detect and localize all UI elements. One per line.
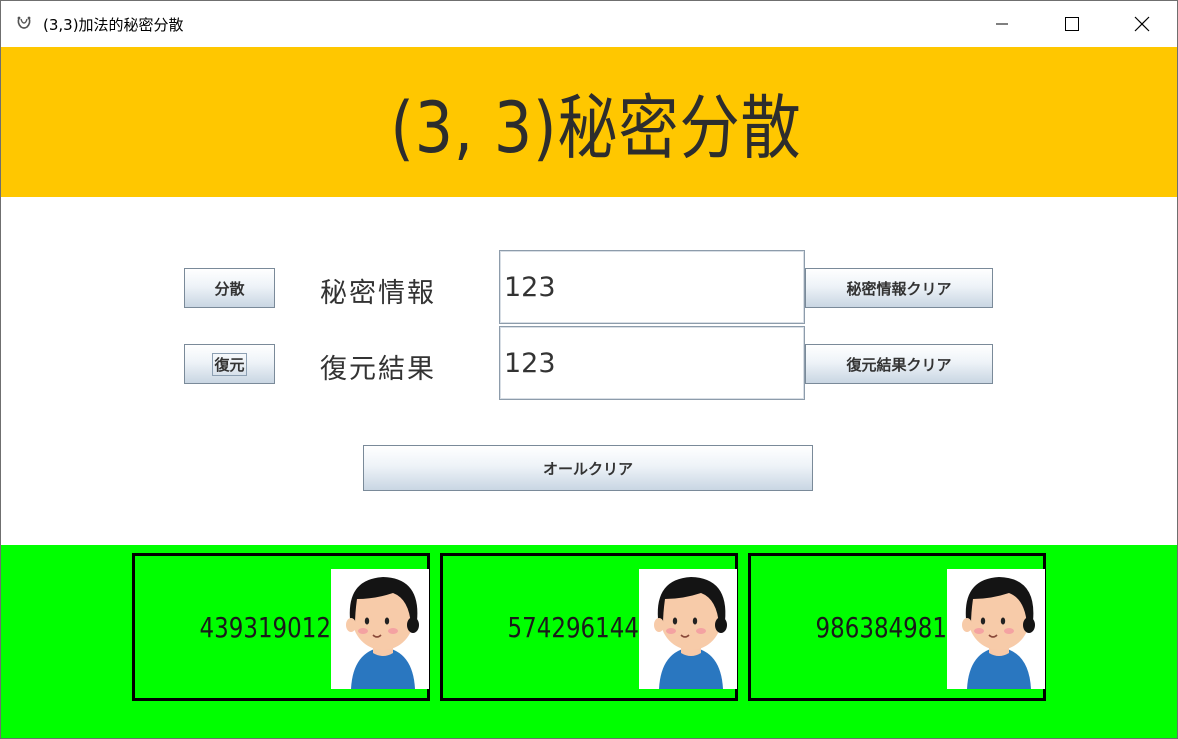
- result-output-value: 123: [504, 347, 556, 379]
- share-card: 574296144: [440, 553, 738, 701]
- share-card: 439319012: [132, 553, 430, 701]
- share-value: 439319012: [199, 610, 331, 644]
- close-icon: [1134, 16, 1150, 32]
- share-card: 986384981: [748, 553, 1046, 701]
- result-output[interactable]: 123: [499, 326, 805, 400]
- page-title: (3, 3)秘密分散: [390, 86, 802, 169]
- close-button[interactable]: [1107, 1, 1177, 47]
- split-button-label: 分散: [214, 279, 245, 298]
- title-bar[interactable]: (3,3)加法的秘密分散: [1, 1, 1177, 47]
- result-label: 復元結果: [320, 354, 436, 385]
- clear-secret-button-label: 秘密情報クリア: [846, 279, 952, 298]
- shares-panel: 439319012 574296144 986384981: [1, 545, 1177, 738]
- share-value: 986384981: [815, 610, 947, 644]
- header-banner: (3, 3)秘密分散: [1, 47, 1177, 197]
- window-title: (3,3)加法的秘密分散: [43, 16, 184, 34]
- person-avatar-icon: [947, 569, 1045, 689]
- clear-all-button-label: オールクリア: [542, 459, 633, 478]
- maximize-button[interactable]: [1037, 1, 1107, 47]
- restore-button[interactable]: 復元: [184, 344, 275, 384]
- clear-result-button[interactable]: 復元結果クリア: [805, 344, 993, 384]
- split-button[interactable]: 分散: [184, 268, 275, 308]
- secret-input[interactable]: 123: [499, 250, 805, 324]
- maximize-icon: [1065, 17, 1079, 31]
- app-window: (3,3)加法的秘密分散 (3, 3)秘密分散 分散 秘密情報 123 秘密情報…: [0, 0, 1178, 739]
- clear-secret-button[interactable]: 秘密情報クリア: [805, 268, 993, 308]
- minimize-button[interactable]: [967, 1, 1037, 47]
- app-icon: [17, 16, 31, 29]
- secret-label: 秘密情報: [320, 278, 436, 309]
- person-avatar-icon: [331, 569, 429, 689]
- secret-input-value: 123: [504, 271, 556, 303]
- clear-all-button[interactable]: オールクリア: [363, 445, 813, 491]
- person-avatar-icon: [639, 569, 737, 689]
- clear-result-button-label: 復元結果クリア: [846, 355, 952, 374]
- share-value: 574296144: [507, 610, 639, 644]
- restore-button-label: 復元: [212, 352, 247, 376]
- minimize-icon: [996, 23, 1008, 25]
